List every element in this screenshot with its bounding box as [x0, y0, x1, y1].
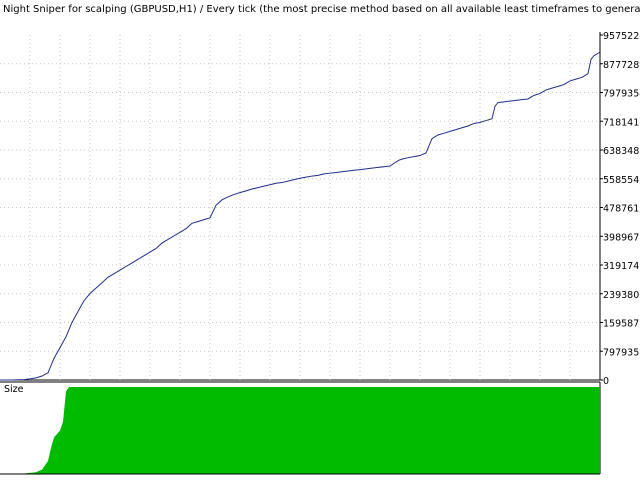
equity-series-line	[0, 51, 601, 381]
y-axis: 9575225 8777289 7979354 7181418 6383483 55855…	[600, 31, 640, 387]
size-area-fill	[0, 387, 600, 474]
y-tick-label: 4787612	[603, 204, 640, 215]
chart-title: Night Sniper for scalping (GBPUSD,H1) / …	[3, 4, 640, 15]
size-panel-label: Size	[4, 384, 24, 395]
y-tick-label: 7181418	[603, 117, 640, 128]
size-panel	[0, 381, 601, 475]
y-tick-label: 8777289	[603, 60, 640, 71]
y-tick-label: 7979354	[603, 89, 640, 100]
y-tick-label: 9575225	[603, 31, 640, 42]
y-tick-label: 5585548	[603, 175, 640, 186]
y-tick-label: 0	[603, 376, 609, 387]
main-plot-area	[0, 32, 601, 381]
y-tick-label: 1595871	[603, 319, 640, 330]
equity-chart: Night Sniper for scalping (GBPUSD,H1) / …	[0, 4, 640, 475]
y-tick-label: 797935	[603, 347, 639, 358]
y-tick-label: 6383483	[603, 146, 640, 157]
y-tick-label: 3989677	[603, 232, 640, 243]
y-tick-label: 3191742	[603, 261, 640, 272]
y-tick-label: 2393806	[603, 290, 640, 301]
